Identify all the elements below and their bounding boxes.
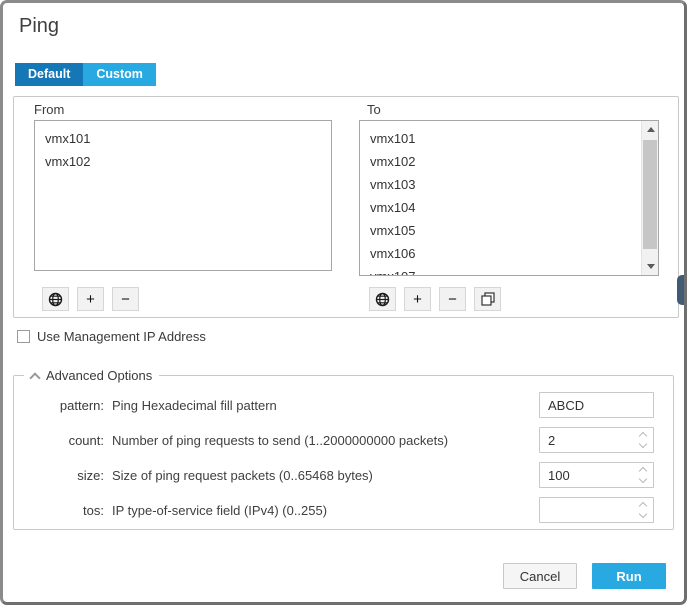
chevron-down-icon (639, 510, 647, 518)
scroll-up-button[interactable] (642, 121, 659, 138)
list-item[interactable]: vmx104 (360, 196, 658, 219)
advanced-rows: pattern: Ping Hexadecimal fill pattern c… (14, 376, 673, 523)
tos-input[interactable] (539, 497, 654, 523)
to-copy-button[interactable] (474, 287, 501, 311)
copy-icon (481, 292, 495, 306)
pattern-row: pattern: Ping Hexadecimal fill pattern (14, 392, 673, 418)
management-ip-checkbox[interactable] (17, 330, 30, 343)
background-peek (677, 275, 687, 305)
list-item[interactable]: vmx106 (360, 242, 658, 265)
tos-spinner[interactable] (638, 501, 648, 519)
pattern-input[interactable] (539, 392, 654, 418)
ping-dialog: Ping Default Custom From To vmx101 vmx10… (0, 0, 687, 605)
pattern-description: Ping Hexadecimal fill pattern (104, 398, 539, 413)
from-label: From (34, 102, 64, 117)
tab-default[interactable]: Default (15, 63, 83, 86)
size-input[interactable] (539, 462, 654, 488)
to-label: To (367, 102, 381, 117)
page-title: Ping (19, 15, 59, 38)
list-item[interactable]: vmx101 (360, 127, 658, 150)
minus-icon: − (121, 291, 130, 308)
size-spinner[interactable] (638, 466, 648, 484)
list-item[interactable]: vmx102 (360, 150, 658, 173)
tos-description: IP type-of-service field (IPv4) (0..255) (104, 503, 539, 518)
scrollbar-thumb[interactable] (643, 140, 657, 249)
minus-icon: − (448, 291, 457, 308)
to-list-scrollbar[interactable] (641, 121, 658, 275)
dialog-footer: Cancel Run (503, 563, 666, 589)
globe-icon (48, 292, 63, 307)
triangle-up-icon (647, 127, 655, 132)
to-listbox[interactable]: vmx101 vmx102 vmx103 vmx104 vmx105 vmx10… (359, 120, 659, 276)
plus-icon: + (86, 291, 95, 308)
from-toolbar: + − (42, 287, 139, 311)
advanced-options-legend: Advanced Options (24, 368, 159, 383)
from-add-button[interactable]: + (77, 287, 104, 311)
chevron-down-icon (639, 440, 647, 448)
list-item[interactable]: vmx102 (35, 150, 331, 173)
pattern-label: pattern: (14, 398, 104, 413)
count-spinner[interactable] (638, 431, 648, 449)
from-globe-button[interactable] (42, 287, 69, 311)
size-label: size: (14, 468, 104, 483)
scroll-down-button[interactable] (642, 258, 659, 275)
tab-bar: Default Custom (15, 63, 156, 86)
list-item[interactable]: vmx107 (360, 265, 658, 276)
from-listbox[interactable]: vmx101 vmx102 (34, 120, 332, 271)
management-ip-label: Use Management IP Address (37, 329, 206, 344)
tos-label: tos: (14, 503, 104, 518)
count-description: Number of ping requests to send (1..2000… (104, 433, 539, 448)
list-item[interactable]: vmx105 (360, 219, 658, 242)
to-toolbar: + − (369, 287, 501, 311)
list-item[interactable]: vmx103 (360, 173, 658, 196)
plus-icon: + (413, 291, 422, 308)
advanced-options-title: Advanced Options (46, 368, 152, 383)
run-button[interactable]: Run (592, 563, 666, 589)
tab-custom[interactable]: Custom (83, 63, 156, 86)
size-description: Size of ping request packets (0..65468 b… (104, 468, 539, 483)
tos-row: tos: IP type-of-service field (IPv4) (0.… (14, 497, 673, 523)
advanced-options-group: Advanced Options pattern: Ping Hexadecim… (13, 375, 674, 530)
count-label: count: (14, 433, 104, 448)
count-row: count: Number of ping requests to send (… (14, 427, 673, 453)
chevron-up-icon[interactable] (29, 372, 40, 383)
endpoints-group: From To vmx101 vmx102 vmx101 vmx102 vmx1… (13, 96, 679, 318)
cancel-button[interactable]: Cancel (503, 563, 577, 589)
triangle-down-icon (647, 264, 655, 269)
size-row: size: Size of ping request packets (0..6… (14, 462, 673, 488)
management-ip-row: Use Management IP Address (17, 329, 206, 344)
chevron-down-icon (639, 475, 647, 483)
from-remove-button[interactable]: − (112, 287, 139, 311)
to-globe-button[interactable] (369, 287, 396, 311)
list-item[interactable]: vmx101 (35, 127, 331, 150)
to-remove-button[interactable]: − (439, 287, 466, 311)
globe-icon (375, 292, 390, 307)
count-input[interactable] (539, 427, 654, 453)
to-add-button[interactable]: + (404, 287, 431, 311)
